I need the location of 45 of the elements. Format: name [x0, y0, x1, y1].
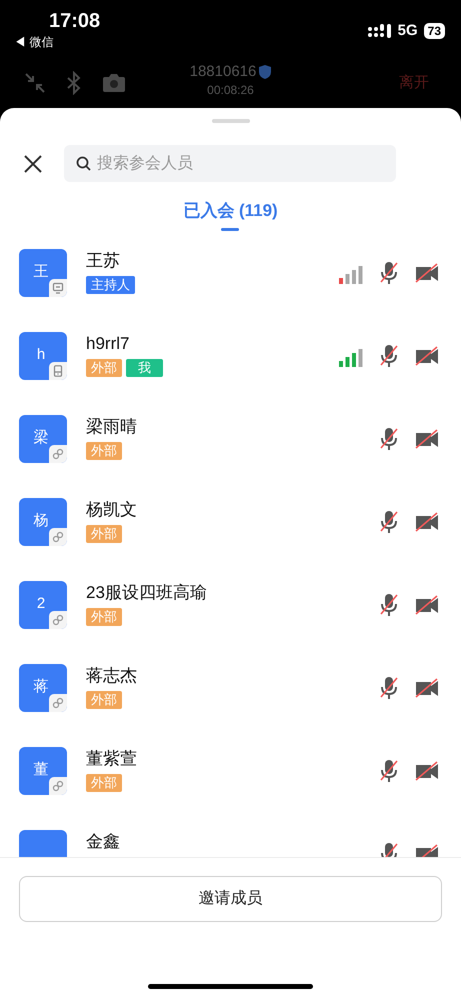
meeting-id: 18810616	[190, 62, 256, 82]
muted-microphone-icon[interactable]	[379, 676, 399, 700]
camera-switch-icon[interactable]	[102, 73, 126, 93]
camera-off-icon[interactable]	[415, 595, 439, 615]
muted-microphone-icon[interactable]	[379, 344, 399, 368]
member-name: 金鑫	[86, 831, 121, 853]
muted-microphone-icon[interactable]	[379, 593, 399, 617]
member-tag: 主持人	[86, 276, 135, 294]
camera-off-icon[interactable]	[415, 761, 439, 781]
invite-button[interactable]: 邀请成员	[19, 876, 442, 922]
member-name: 杨凯文	[86, 499, 138, 521]
member-name: 23服设四班高瑜	[86, 582, 208, 604]
clock-time: 17:08	[49, 9, 100, 34]
camera-off-icon[interactable]	[415, 429, 439, 449]
member-name: 董紫萱	[86, 748, 138, 770]
call-duration: 00:08:26	[207, 82, 254, 98]
member-name: 梁雨晴	[86, 416, 138, 438]
member-name: h9rrl7	[86, 333, 130, 355]
camera-off-icon[interactable]	[415, 263, 439, 283]
camera-off-icon[interactable]	[415, 678, 439, 698]
camera-off-icon[interactable]	[415, 346, 439, 366]
muted-microphone-icon[interactable]	[379, 261, 399, 285]
member-tag: 外部	[86, 691, 122, 709]
shield-icon	[259, 65, 272, 79]
member-tag: 外部	[86, 608, 122, 626]
network-type: 5G	[398, 20, 418, 41]
member-name: 王苏	[86, 250, 121, 272]
muted-microphone-icon[interactable]	[379, 510, 399, 534]
drag-handle[interactable]	[212, 119, 250, 123]
joined-tab[interactable]: 已入会 (119)	[183, 200, 278, 231]
muted-microphone-icon[interactable]	[379, 427, 399, 451]
search-field[interactable]: 搜索参会人员	[64, 145, 396, 182]
battery-level: 73	[424, 23, 445, 39]
camera-off-icon[interactable]	[415, 512, 439, 532]
member-name: 蒋志杰	[86, 665, 138, 687]
member-tag: 外部	[86, 525, 122, 543]
member-tag: 外部	[86, 359, 122, 377]
member-tag: 外部	[86, 442, 122, 460]
cellular-signal-icon	[368, 24, 392, 38]
member-tag: 外部	[86, 774, 122, 792]
member-tag: 我	[126, 359, 163, 377]
muted-microphone-icon[interactable]	[379, 759, 399, 783]
back-to-app-link[interactable]: ◀ 微信	[14, 34, 100, 50]
close-icon[interactable]	[24, 154, 42, 172]
search-icon	[76, 156, 91, 171]
